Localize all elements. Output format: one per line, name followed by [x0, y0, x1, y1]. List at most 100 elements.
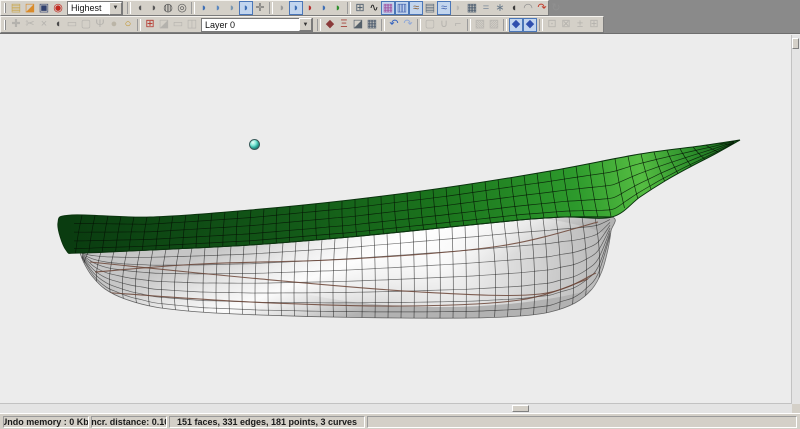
import-image-button: ▧: [473, 18, 487, 32]
view-perspective-button[interactable]: ◎: [175, 1, 189, 15]
vertical-scrollbar[interactable]: [791, 35, 800, 404]
show-interior-edges-button[interactable]: ▥: [395, 1, 409, 15]
intersect-layers-button[interactable]: Ξ: [337, 18, 351, 32]
save-file-button[interactable]: ▣: [37, 1, 51, 15]
bg-image-clear-button: ⊠: [559, 18, 573, 32]
flowline-tool-button[interactable]: ↷: [535, 1, 549, 15]
view-plan-icon: ◍: [163, 3, 173, 14]
toolbar-separator: [317, 19, 321, 31]
mode-wireframe-button[interactable]: ◗: [275, 1, 289, 15]
toolbar-grip[interactable]: [4, 3, 6, 13]
show-flowlines-button[interactable]: =: [479, 1, 493, 15]
select-all-faces-icon: ◖: [55, 19, 62, 30]
export-image-icon: ▨: [489, 19, 499, 30]
view-bodyplan-icon: ◖: [137, 3, 144, 14]
camera-tele-icon: ◗: [229, 3, 236, 14]
lackenby-transform-button[interactable]: ◆: [509, 18, 523, 32]
language-button[interactable]: ◉: [51, 1, 65, 15]
bg-image-blend-button: ⊞: [587, 18, 601, 32]
move-point-icon: ✚: [11, 19, 20, 30]
precision-select[interactable]: Highest ▼: [67, 1, 123, 15]
camera-far-button[interactable]: ◗: [239, 1, 253, 15]
lock-points-icon: ●: [111, 19, 118, 30]
camera-standard-button[interactable]: ◗: [211, 1, 225, 15]
edit-toolbar: ✚✂×◖▭▢Ψ●○⊞◪▭◫Layer 0▼◆Ξ◪▦↶↷▢∪⌐▧▨◆◆⊡⊠±⊞◰↘: [0, 16, 604, 33]
redo-button[interactable]: ↷: [401, 18, 415, 32]
import-image-icon: ▧: [475, 19, 485, 30]
toolbar-separator: [269, 2, 273, 14]
deselect-all-button: ▭: [65, 18, 79, 32]
view-profile-button[interactable]: ◗: [147, 1, 161, 15]
bg-image-tolerance-icon: ±: [577, 19, 583, 30]
delete-empty-layers-icon: ◆: [326, 19, 334, 30]
mode-gauss-curvature-button[interactable]: ◗: [303, 1, 317, 15]
zoom-extents-button[interactable]: ✛: [253, 1, 267, 15]
view-bodyplan-button[interactable]: ◖: [133, 1, 147, 15]
layer-folder-button[interactable]: ◪: [351, 18, 365, 32]
select-all-faces-button[interactable]: ◖: [51, 18, 65, 32]
show-markers-button[interactable]: ∗: [493, 1, 507, 15]
camera-standard-icon: ◗: [215, 3, 222, 14]
show-control-net-button[interactable]: ▦: [381, 1, 395, 15]
layer-folder-icon: ◪: [353, 19, 363, 30]
toolbar-grip[interactable]: [4, 20, 6, 30]
show-stations-button[interactable]: ≈: [409, 1, 423, 15]
layer-select[interactable]: Layer 0 ▼: [201, 18, 313, 32]
scrollbar-corner: [792, 404, 800, 413]
new-layer-button: ▭: [171, 18, 185, 32]
layer-calc-button[interactable]: ▦: [365, 18, 379, 32]
intersect-layers-icon: Ξ: [340, 19, 347, 30]
new-file-button[interactable]: ▤: [9, 1, 23, 15]
bg-image-origin-button: ◰: [601, 18, 615, 32]
show-markers-icon: ∗: [495, 3, 504, 14]
check-model-icon: ▢: [425, 19, 435, 30]
delete-empty-layers-button[interactable]: ◆: [323, 18, 337, 32]
hull-canvas: [0, 34, 800, 414]
shaded-hull-button[interactable]: ◖: [507, 1, 521, 15]
3d-viewport[interactable]: [0, 33, 800, 413]
mode-zebra-button[interactable]: ◗: [317, 1, 331, 15]
chevron-down-icon: ▼: [109, 2, 122, 15]
collapse-edge-icon: ✂: [25, 19, 34, 30]
toolbar-separator: [381, 19, 385, 31]
show-control-curves-button[interactable]: ∿: [367, 1, 381, 15]
camera-wide-angle-button[interactable]: ◗: [197, 1, 211, 15]
new-file-icon: ▤: [11, 3, 21, 14]
view-plan-button[interactable]: ◍: [161, 1, 175, 15]
auto-group-layer-icon: ◪: [159, 19, 169, 30]
curvature-plane-button[interactable]: ◠: [521, 1, 535, 15]
hydrostatics-icon: ▦: [467, 3, 477, 14]
open-file-button[interactable]: ◪: [23, 1, 37, 15]
show-waterlines-icon: ≈: [441, 3, 447, 14]
scale-transform-button[interactable]: ◆: [523, 18, 537, 32]
layer-properties-icon: ◫: [187, 19, 197, 30]
chevron-down-icon: ▼: [299, 18, 312, 31]
undo-button[interactable]: ↶: [387, 18, 401, 32]
language-icon: ◉: [53, 3, 63, 14]
show-grid-icon: ⊞: [355, 3, 364, 14]
vertical-scrollbar-thumb[interactable]: [792, 38, 799, 49]
add-layer-button[interactable]: ⊞: [143, 18, 157, 32]
curvature-plane-icon: ◠: [523, 3, 533, 14]
app-window: { "colors": { "toolbar_bg": "#d4d0c8", "…: [0, 0, 800, 429]
mode-developable-button[interactable]: ◗: [331, 1, 345, 15]
hydrostatics-button[interactable]: ▦: [465, 1, 479, 15]
mode-zebra-icon: ◗: [321, 3, 328, 14]
unlock-points-button[interactable]: ○: [121, 18, 135, 32]
toolbar-separator: [137, 19, 141, 31]
status-extra: [367, 416, 797, 428]
toolbar-separator: [539, 19, 543, 31]
toolbar-separator: [467, 19, 471, 31]
show-buttocks-button[interactable]: ▤: [423, 1, 437, 15]
show-waterlines-button[interactable]: ≈: [437, 1, 451, 15]
horizontal-scrollbar-thumb[interactable]: [512, 405, 529, 412]
horizontal-scrollbar[interactable]: [0, 403, 792, 413]
layer-select-value: Layer 0: [205, 20, 235, 30]
mode-shade-button[interactable]: ◗: [289, 1, 303, 15]
precision-select-value: Highest: [71, 3, 102, 13]
bg-image-visible-icon: ⊡: [547, 19, 556, 30]
point-marker[interactable]: [250, 140, 260, 150]
toolbar-separator: [347, 2, 351, 14]
show-grid-button[interactable]: ⊞: [353, 1, 367, 15]
camera-tele-button[interactable]: ◗: [225, 1, 239, 15]
